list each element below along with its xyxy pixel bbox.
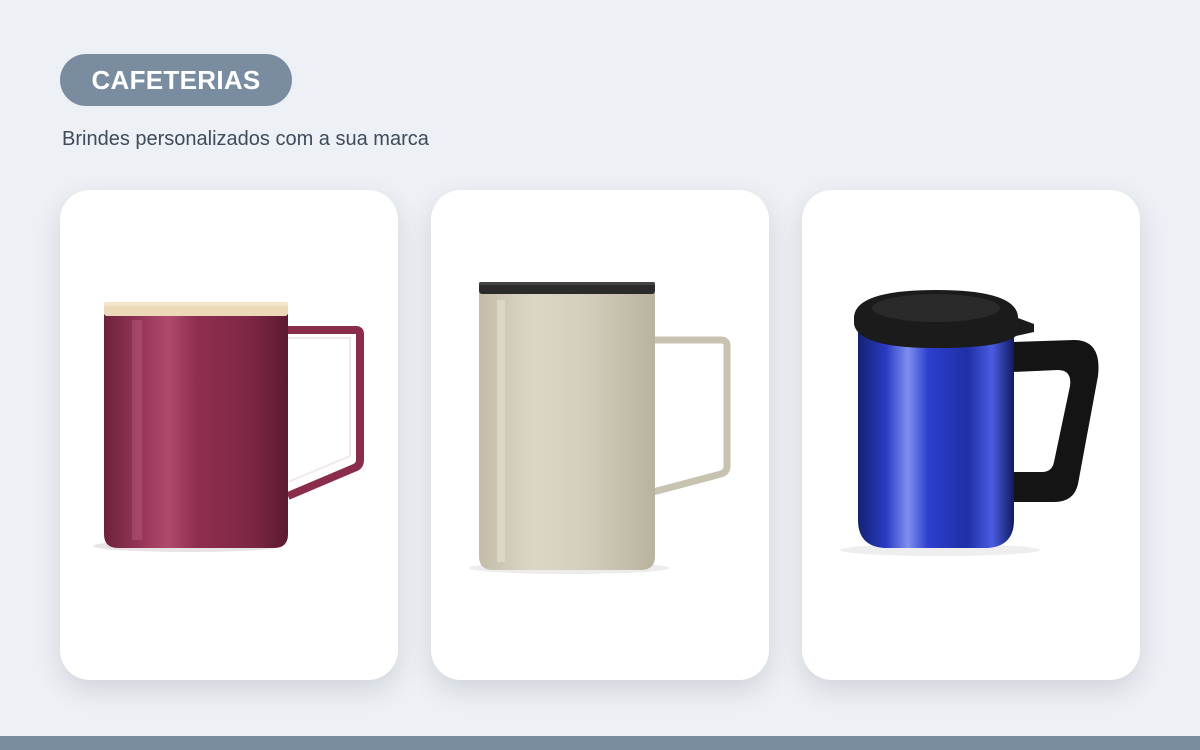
beige-mug-image [469,282,731,574]
product-card-blue-mug[interactable] [802,190,1140,680]
category-badge[interactable]: CAFETERIAS [60,54,292,106]
blue-mug-image [840,290,1099,556]
product-card-beige-mug[interactable] [431,190,769,680]
footer-accent-bar [0,736,1200,750]
burgundy-mug-image [93,302,364,552]
product-card-burgundy-mug[interactable] [60,190,398,680]
section-subtitle: Brindes personalizados com a sua marca [62,128,429,150]
